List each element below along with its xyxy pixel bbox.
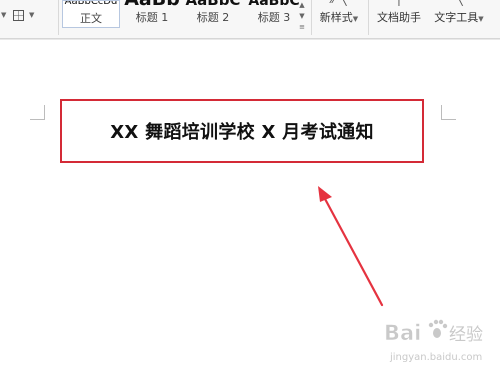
watermark-brand: Bai <box>384 321 421 345</box>
watermark-brand-suffix: 经验 <box>449 325 483 345</box>
baidu-watermark-logo: Bai 经验 jingyan.baidu.com <box>384 319 483 363</box>
watermark-url: jingyan.baidu.com <box>389 352 482 363</box>
paw-icon <box>428 319 448 338</box>
